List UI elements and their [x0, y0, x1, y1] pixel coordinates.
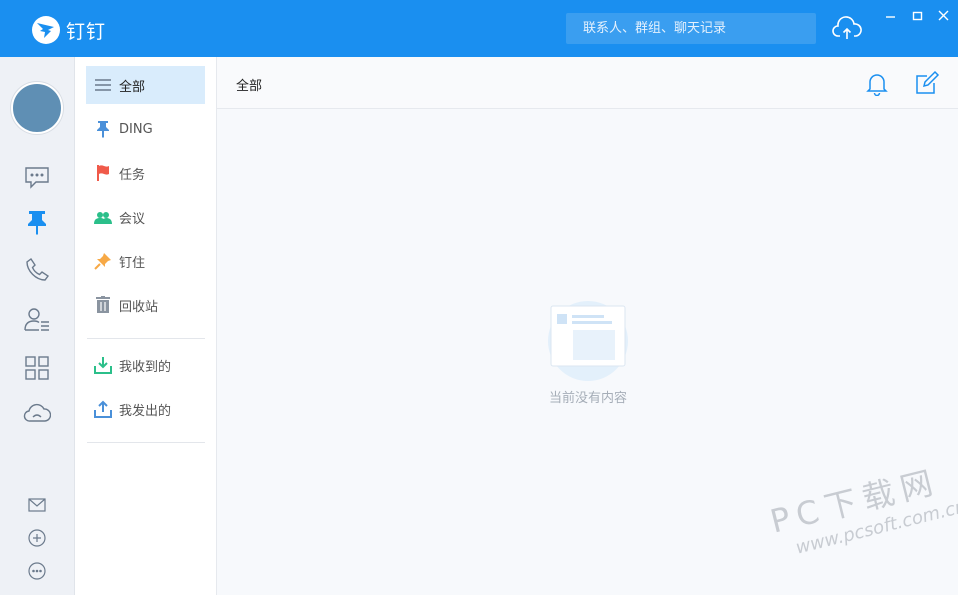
- phone-icon[interactable]: [23, 256, 51, 284]
- search-input[interactable]: [583, 21, 803, 36]
- maximize-icon[interactable]: [910, 8, 926, 24]
- empty-state-illustration: [547, 300, 629, 382]
- minimize-icon[interactable]: [883, 8, 899, 24]
- sublist-item-ding[interactable]: DING: [86, 110, 205, 148]
- sublist-item-label: 我收到的: [119, 359, 172, 375]
- chat-icon[interactable]: [23, 163, 51, 191]
- sublist-item-task[interactable]: 任务: [86, 154, 205, 192]
- sublist-item-all[interactable]: 全部: [86, 66, 205, 104]
- ding-pin-icon[interactable]: [23, 208, 51, 236]
- divider: [87, 442, 205, 443]
- meeting-icon: [94, 208, 112, 226]
- title-bar: 钉钉: [0, 0, 958, 57]
- sublist-item-sent[interactable]: 我发出的: [86, 390, 205, 428]
- avatar[interactable]: [11, 82, 63, 134]
- apps-grid-icon[interactable]: [23, 354, 51, 382]
- sublist-item-pinned[interactable]: 钉住: [86, 242, 205, 280]
- sublist-item-label: 钉住: [119, 255, 146, 271]
- pin-icon: [94, 120, 112, 138]
- empty-state-text: 当前没有内容: [548, 391, 627, 406]
- bell-icon[interactable]: [864, 70, 890, 97]
- ding-category-list: 全部 DING 任务 会议 钉住 回收站 我收到的 我发出的: [75, 57, 217, 595]
- flag-icon: [94, 164, 112, 182]
- pushpin-icon: [94, 252, 112, 270]
- main-header: 全部: [217, 57, 958, 109]
- trash-icon: [94, 296, 112, 314]
- contacts-icon[interactable]: [23, 305, 51, 333]
- close-icon[interactable]: [936, 8, 952, 24]
- add-icon[interactable]: [27, 528, 47, 548]
- mail-icon[interactable]: [27, 495, 47, 515]
- cloud-upload-icon[interactable]: [832, 15, 862, 43]
- app-logo: 钉钉: [32, 16, 106, 44]
- sublist-item-label: 我发出的: [119, 403, 172, 419]
- sublist-item-label: 会议: [119, 211, 146, 227]
- compose-icon[interactable]: [914, 70, 940, 96]
- divider: [87, 338, 205, 339]
- search-box[interactable]: [566, 13, 816, 44]
- page-title: 全部: [236, 79, 263, 94]
- download-icon: [94, 356, 112, 374]
- more-icon[interactable]: [27, 561, 47, 581]
- sublist-item-label: DING: [119, 121, 153, 137]
- menu-icon: [94, 76, 112, 94]
- sublist-item-recycle[interactable]: 回收站: [86, 286, 205, 324]
- dingtalk-logo-icon: [32, 16, 60, 44]
- upload-icon: [94, 400, 112, 418]
- cloud-disk-icon[interactable]: [23, 399, 52, 427]
- app-name: 钉钉: [66, 20, 107, 43]
- sublist-item-received[interactable]: 我收到的: [86, 346, 205, 384]
- sublist-item-label: 全部: [119, 79, 146, 95]
- left-nav: [0, 57, 75, 595]
- sublist-item-label: 任务: [119, 167, 146, 183]
- sublist-item-meeting[interactable]: 会议: [86, 198, 205, 236]
- sublist-item-label: 回收站: [119, 299, 159, 315]
